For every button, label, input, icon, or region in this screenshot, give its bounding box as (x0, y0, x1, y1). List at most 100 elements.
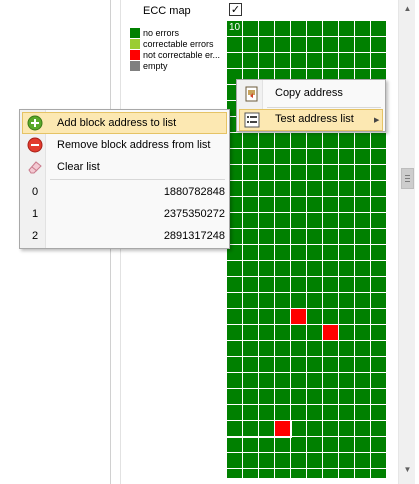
ecc-block-cell[interactable] (339, 469, 354, 478)
ecc-block-cell[interactable] (291, 261, 306, 276)
add-block-address-menu-item[interactable]: Add block address to list (22, 112, 227, 134)
ecc-block-cell[interactable] (339, 277, 354, 292)
ecc-block-cell[interactable] (371, 181, 386, 196)
ecc-block-cell[interactable] (291, 53, 306, 68)
ecc-block-cell[interactable] (339, 421, 354, 436)
ecc-block-cell[interactable] (339, 197, 354, 212)
ecc-block-cell[interactable] (259, 277, 274, 292)
ecc-block-cell[interactable] (243, 293, 258, 308)
ecc-block-cell[interactable] (275, 165, 290, 180)
ecc-block-cell[interactable] (291, 437, 306, 452)
ecc-block-cell[interactable] (307, 293, 322, 308)
ecc-block-cell[interactable] (243, 261, 258, 276)
ecc-block-cell[interactable] (323, 293, 338, 308)
ecc-block-cell[interactable] (259, 437, 274, 452)
ecc-block-cell[interactable] (339, 373, 354, 388)
ecc-block-cell[interactable] (371, 373, 386, 388)
remove-block-address-menu-item[interactable]: Remove block address from list (22, 134, 227, 156)
ecc-block-cell[interactable] (275, 149, 290, 164)
ecc-block-cell[interactable] (291, 149, 306, 164)
scroll-thumb[interactable] (401, 168, 414, 189)
ecc-block-cell[interactable] (355, 453, 370, 468)
ecc-block-cell[interactable] (275, 421, 290, 436)
ecc-block-cell[interactable] (275, 229, 290, 244)
ecc-block-cell[interactable] (323, 261, 338, 276)
ecc-block-cell[interactable] (371, 421, 386, 436)
ecc-block-cell[interactable] (227, 373, 242, 388)
ecc-block-cell[interactable] (243, 165, 258, 180)
vertical-scrollbar[interactable]: ▲ ▼ (398, 0, 415, 484)
ecc-block-cell[interactable] (291, 325, 306, 340)
ecc-block-cell[interactable] (355, 181, 370, 196)
ecc-block-cell[interactable] (371, 389, 386, 404)
ecc-block-cell[interactable] (275, 181, 290, 196)
ecc-block-cell[interactable] (355, 341, 370, 356)
ecc-block-cell[interactable] (307, 309, 322, 324)
ecc-block-cell[interactable] (243, 421, 258, 436)
ecc-block-cell[interactable] (259, 21, 274, 36)
ecc-block-cell[interactable] (323, 133, 338, 148)
ecc-block-cell[interactable] (275, 309, 290, 324)
ecc-block-cell[interactable] (275, 341, 290, 356)
ecc-block-cell[interactable] (291, 181, 306, 196)
ecc-block-cell[interactable] (275, 21, 290, 36)
ecc-block-cell[interactable] (275, 357, 290, 372)
copy-address-menu-item[interactable]: Copy address (239, 83, 383, 105)
ecc-block-cell[interactable] (307, 261, 322, 276)
ecc-block-cell[interactable] (371, 261, 386, 276)
ecc-block-cell[interactable] (259, 325, 274, 340)
ecc-block-cell[interactable] (371, 293, 386, 308)
ecc-block-cell[interactable] (355, 437, 370, 452)
ecc-block-cell[interactable] (307, 245, 322, 260)
ecc-block-cell[interactable] (243, 245, 258, 260)
ecc-block-cell[interactable] (243, 453, 258, 468)
ecc-block-cell[interactable] (227, 293, 242, 308)
ecc-block-cell[interactable] (227, 37, 242, 52)
ecc-block-cell[interactable] (355, 277, 370, 292)
ecc-block-cell[interactable] (355, 421, 370, 436)
ecc-block-cell[interactable] (307, 21, 322, 36)
ecc-block-cell[interactable] (339, 389, 354, 404)
ecc-block-cell[interactable] (307, 133, 322, 148)
ecc-map-checkbox[interactable]: ✓ (229, 3, 242, 16)
ecc-block-cell[interactable] (355, 37, 370, 52)
ecc-block-cell[interactable] (307, 37, 322, 52)
ecc-block-cell[interactable] (371, 229, 386, 244)
ecc-block-cell[interactable] (291, 309, 306, 324)
ecc-block-cell[interactable] (307, 213, 322, 228)
ecc-block-cell[interactable] (307, 277, 322, 292)
ecc-block-cell[interactable] (291, 453, 306, 468)
ecc-block-cell[interactable] (323, 229, 338, 244)
scroll-up-button[interactable]: ▲ (399, 0, 416, 17)
ecc-block-cell[interactable] (275, 437, 290, 452)
ecc-block-cell[interactable] (275, 277, 290, 292)
ecc-block-cell[interactable] (323, 21, 338, 36)
ecc-block-cell[interactable] (323, 245, 338, 260)
ecc-block-cell[interactable] (307, 53, 322, 68)
ecc-block-cell[interactable] (355, 133, 370, 148)
test-address-list-menu-item[interactable]: Test address list ▶ (239, 109, 383, 131)
ecc-block-cell[interactable] (307, 453, 322, 468)
ecc-block-cell[interactable] (371, 341, 386, 356)
ecc-block-cell[interactable] (355, 389, 370, 404)
ecc-block-cell[interactable] (275, 373, 290, 388)
ecc-block-cell[interactable] (371, 357, 386, 372)
ecc-block-cell[interactable] (371, 405, 386, 420)
ecc-block-cell[interactable] (307, 149, 322, 164)
address-list-row-2[interactable]: 2 2891317248 (22, 226, 227, 248)
ecc-block-cell[interactable] (323, 197, 338, 212)
ecc-block-cell[interactable] (259, 373, 274, 388)
ecc-block-cell[interactable] (323, 37, 338, 52)
ecc-block-cell[interactable] (275, 405, 290, 420)
clear-list-menu-item[interactable]: Clear list (22, 156, 227, 178)
ecc-block-cell[interactable] (243, 325, 258, 340)
ecc-block-cell[interactable] (355, 309, 370, 324)
ecc-block-cell[interactable] (243, 309, 258, 324)
ecc-block-cell[interactable] (339, 53, 354, 68)
ecc-block-cell[interactable] (371, 165, 386, 180)
ecc-block-cell[interactable] (355, 405, 370, 420)
ecc-block-cell[interactable] (355, 469, 370, 478)
address-list-row-1[interactable]: 1 2375350272 (22, 204, 227, 226)
ecc-block-cell[interactable] (227, 341, 242, 356)
ecc-block-cell[interactable] (339, 165, 354, 180)
